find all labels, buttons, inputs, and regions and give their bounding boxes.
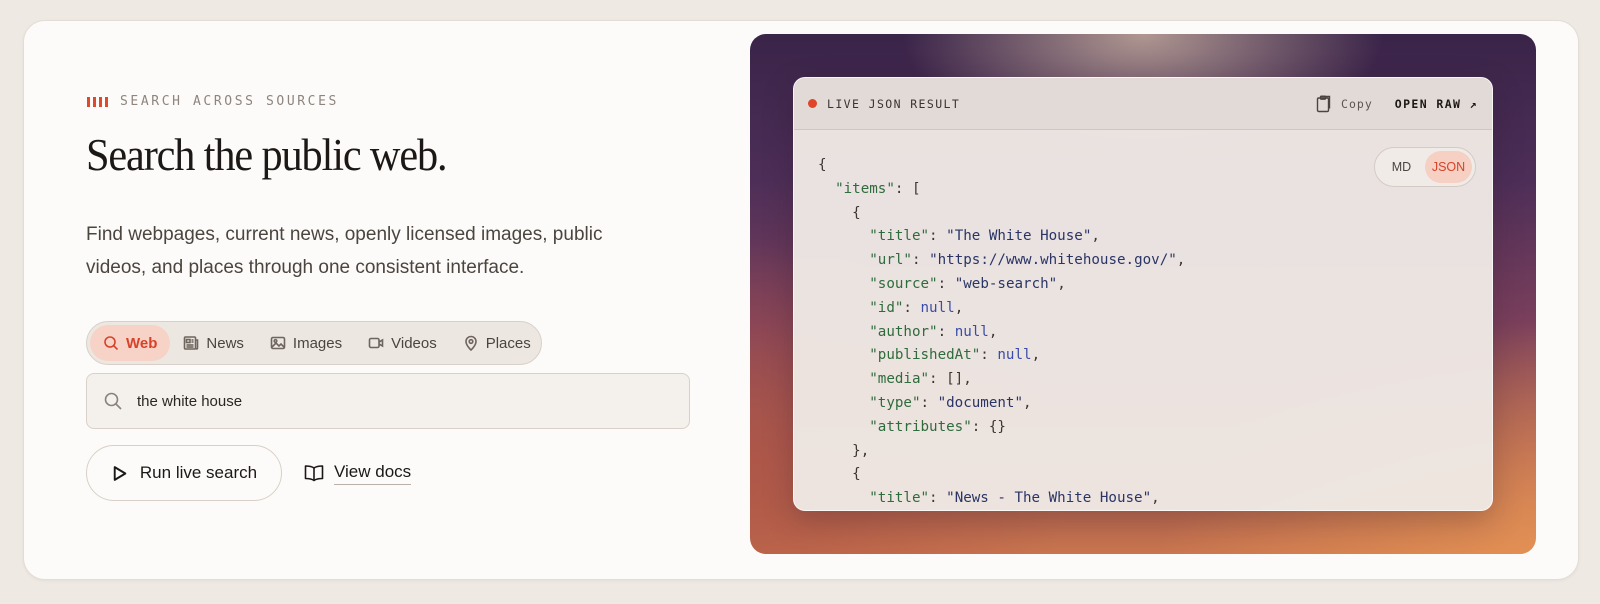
search-input[interactable] [137, 392, 657, 410]
book-icon [304, 465, 324, 482]
code-line: "title": "News - The White House", [869, 490, 1160, 507]
tab-label: News [206, 334, 244, 352]
tab-label: Images [292, 334, 343, 352]
json-code-block: { "items": [ { "title": "The White House… [818, 154, 1186, 510]
code-line: "publishedAt": null, [869, 347, 1041, 364]
hero-card: SEARCH ACROSS SOURCES Search the public … [23, 20, 1579, 580]
copy-label: Copy [1341, 96, 1373, 111]
code-line: }, [818, 442, 870, 459]
code-line: { [818, 204, 861, 221]
json-value-author: null [954, 323, 989, 340]
map-pin-icon [464, 335, 477, 351]
eyebrow-bars-icon [87, 96, 108, 107]
tab-label: Web [126, 334, 158, 352]
json-result-panel: LIVE JSON RESULT Copy OPEN RAW ↗ MD JSON… [793, 77, 1493, 511]
code-line: "id": null, [869, 299, 964, 316]
code-line: "author": null, [869, 323, 998, 340]
code-line: "type": "document", [869, 394, 1032, 411]
json-value-published-at: null [997, 347, 1032, 364]
run-live-search-button[interactable]: Run live search [86, 445, 282, 501]
search-icon [104, 392, 122, 410]
tab-web[interactable]: Web [90, 325, 171, 361]
tab-news[interactable]: News [170, 325, 257, 361]
tab-images[interactable]: Images [257, 325, 355, 361]
newspaper-icon [184, 336, 199, 350]
json-value-media: [] [946, 371, 964, 388]
eyebrow-text: SEARCH ACROSS SOURCES [120, 94, 339, 109]
open-raw-link[interactable]: OPEN RAW ↗ [1395, 97, 1478, 111]
clipboard-icon [1316, 95, 1331, 112]
code-line: "source": "web-search", [869, 275, 1066, 292]
code-line: "title": "The White House", [869, 228, 1100, 245]
video-icon [368, 337, 384, 349]
panel-actions: Copy OPEN RAW ↗ [1316, 95, 1478, 113]
code-line: "media": [], [869, 371, 972, 388]
json-value-type: document [946, 394, 1015, 411]
view-docs-link[interactable]: View docs [304, 459, 412, 487]
page-title: Search the public web. [86, 130, 448, 180]
code-line: "url": "https://www.whitehouse.gov/", [869, 252, 1186, 269]
code-line: "items": [ [835, 180, 921, 197]
json-value-source: web-search [963, 275, 1049, 292]
json-value-attributes: {} [988, 418, 1006, 435]
source-tabs: Web News Images Videos Places [86, 321, 542, 365]
json-value-url: https://www.whitehouse.gov/ [937, 252, 1169, 269]
format-md-button[interactable]: MD [1378, 151, 1425, 183]
search-icon [104, 336, 119, 351]
format-json-button[interactable]: JSON [1425, 151, 1472, 183]
json-value-title: News - The White House [954, 490, 1143, 507]
eyebrow: SEARCH ACROSS SOURCES [87, 94, 339, 109]
code-line: "attributes": {} [869, 418, 1006, 435]
panel-title: LIVE JSON RESULT [827, 96, 961, 111]
json-value-id: null [920, 299, 955, 316]
tab-label: Places [485, 334, 531, 352]
hero-description: Find webpages, current news, openly lice… [86, 224, 603, 278]
live-indicator-icon [808, 99, 817, 108]
tab-videos[interactable]: Videos [355, 325, 450, 361]
copy-button[interactable]: Copy [1316, 95, 1373, 113]
image-icon [270, 336, 286, 350]
search-box [86, 373, 690, 429]
play-icon [113, 465, 127, 481]
result-showcase: LIVE JSON RESULT Copy OPEN RAW ↗ MD JSON… [750, 34, 1536, 554]
json-value-title: The White House [954, 228, 1083, 245]
tab-label: Videos [391, 334, 437, 352]
panel-header: LIVE JSON RESULT Copy OPEN RAW ↗ [794, 78, 1492, 130]
code-line: { [818, 466, 861, 483]
run-button-label: Run live search [139, 463, 258, 482]
format-toggle: MD JSON [1374, 147, 1476, 187]
code-line: { [818, 157, 827, 173]
hero-left-column: SEARCH ACROSS SOURCES Search the public … [24, 21, 764, 581]
docs-link-label: View docs [334, 462, 412, 485]
tab-places[interactable]: Places [450, 325, 544, 361]
